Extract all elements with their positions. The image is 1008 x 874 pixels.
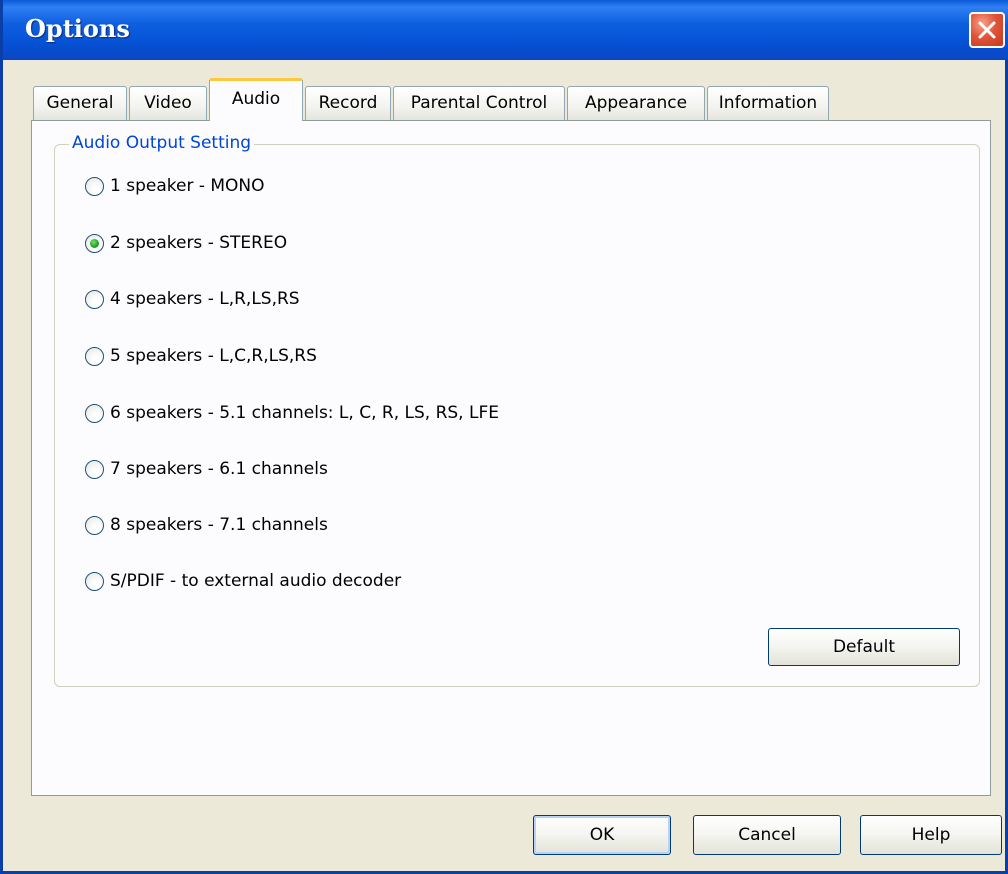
- options-dialog: Options General Video Audio Record Paren…: [0, 0, 1008, 874]
- option-label: 5 speakers - L,C,R,LS,RS: [110, 346, 317, 366]
- radio-button-5-speakers[interactable]: [85, 346, 104, 366]
- tab-audio[interactable]: Audio: [209, 78, 303, 121]
- option-7-speakers[interactable]: 7 speakers - 6.1 channels: [85, 456, 328, 482]
- option-label: 4 speakers - L,R,LS,RS: [110, 289, 300, 309]
- option-stereo[interactable]: 2 speakers - STEREO: [85, 230, 287, 256]
- close-button[interactable]: [969, 12, 1005, 48]
- tab-general[interactable]: General: [33, 86, 127, 120]
- close-icon: [978, 21, 996, 39]
- option-8-speakers[interactable]: 8 speakers - 7.1 channels: [85, 512, 328, 538]
- audio-tab-panel: Audio Output Setting 1 speaker - MONO 2 …: [31, 120, 991, 796]
- radio-button-7-speakers[interactable]: [85, 459, 104, 479]
- option-label: 1 speaker - MONO: [110, 176, 265, 196]
- ok-button[interactable]: OK: [533, 815, 671, 855]
- radio-button-4-speakers[interactable]: [85, 289, 104, 309]
- tab-record[interactable]: Record: [305, 86, 391, 120]
- default-button[interactable]: Default: [768, 628, 960, 666]
- option-label: 7 speakers - 6.1 channels: [110, 459, 328, 479]
- cancel-button[interactable]: Cancel: [693, 815, 841, 855]
- radio-button-8-speakers[interactable]: [85, 515, 104, 535]
- window-title: Options: [25, 14, 130, 43]
- audio-output-group: Audio Output Setting 1 speaker - MONO 2 …: [54, 133, 980, 687]
- option-label: 6 speakers - 5.1 channels: L, C, R, LS, …: [110, 403, 499, 423]
- radio-button-stereo[interactable]: [85, 233, 104, 253]
- option-spdif[interactable]: S/PDIF - to external audio decoder: [85, 568, 401, 594]
- radio-button-6-speakers[interactable]: [85, 403, 104, 423]
- help-button[interactable]: Help: [860, 815, 1002, 855]
- title-bar[interactable]: Options: [3, 0, 1008, 60]
- tab-video[interactable]: Video: [129, 86, 207, 120]
- option-label: S/PDIF - to external audio decoder: [110, 571, 402, 591]
- group-legend: Audio Output Setting: [69, 133, 255, 153]
- tab-strip: General Video Audio Record Parental Cont…: [33, 78, 933, 122]
- option-mono[interactable]: 1 speaker - MONO: [85, 173, 265, 199]
- option-label: 2 speakers - STEREO: [110, 233, 288, 253]
- radio-button-mono[interactable]: [85, 176, 104, 196]
- tab-parental-control[interactable]: Parental Control: [393, 86, 565, 120]
- option-4-speakers[interactable]: 4 speakers - L,R,LS,RS: [85, 286, 300, 312]
- option-6-speakers[interactable]: 6 speakers - 5.1 channels: L, C, R, LS, …: [85, 400, 499, 426]
- tab-information[interactable]: Information: [707, 86, 829, 120]
- tab-appearance[interactable]: Appearance: [567, 86, 705, 120]
- option-5-speakers[interactable]: 5 speakers - L,C,R,LS,RS: [85, 343, 317, 369]
- option-label: 8 speakers - 7.1 channels: [110, 515, 328, 535]
- radio-button-spdif[interactable]: [85, 571, 104, 591]
